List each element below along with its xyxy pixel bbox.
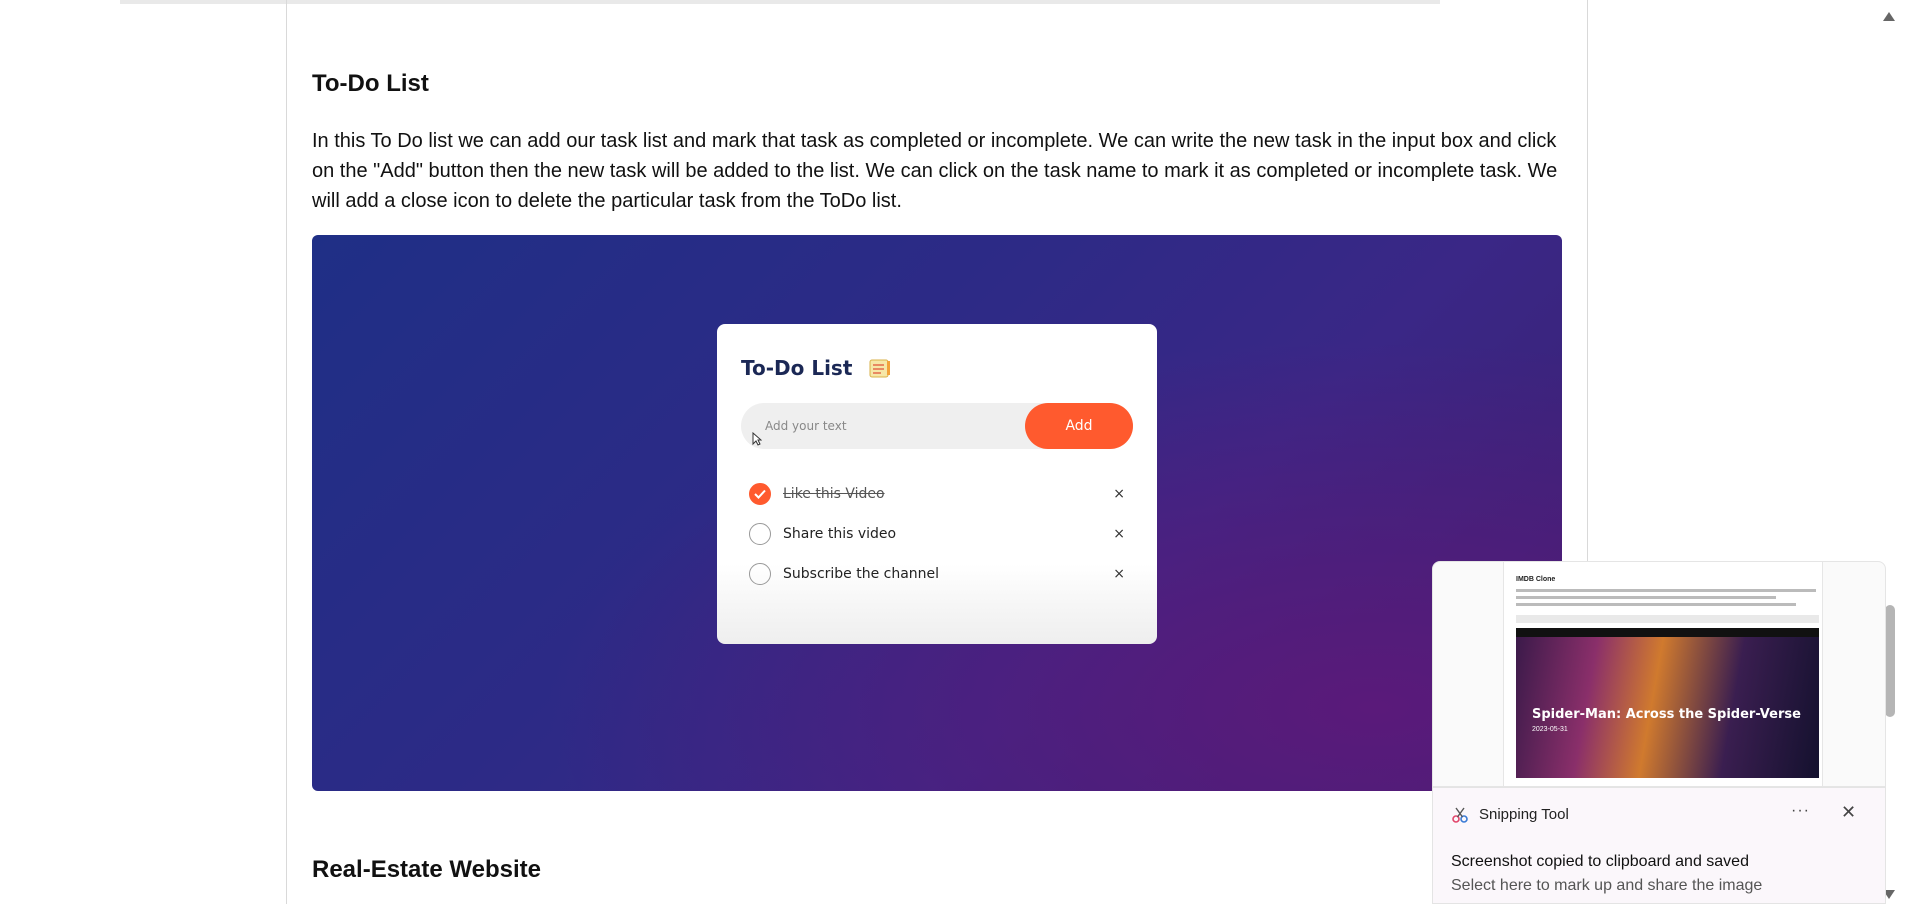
content-left-border <box>286 0 287 904</box>
task-input[interactable] <box>741 403 1035 449</box>
more-options-icon[interactable]: ··· <box>1791 802 1810 820</box>
project-preview-image: To-Do List Add Like this Video × <box>312 235 1562 791</box>
thumbnail-page-title: IMDB Clone <box>1516 576 1556 583</box>
close-icon[interactable]: × <box>1113 526 1125 542</box>
thumbnail-text-line <box>1516 596 1776 599</box>
thumbnail-poster-date: 2023-05-31 <box>1532 726 1568 733</box>
snipping-tool-icon <box>1452 807 1468 823</box>
close-icon[interactable]: × <box>1113 486 1125 502</box>
thumbnail-text-line <box>1516 589 1816 592</box>
thumbnail-browser-bar <box>1516 615 1819 623</box>
task-item[interactable]: Subscribe the channel × <box>749 554 1141 594</box>
task-label[interactable]: Like this Video <box>783 486 885 502</box>
toast-app-name: Snipping Tool <box>1479 806 1569 823</box>
notepad-icon <box>869 359 891 378</box>
scrollbar-thumb[interactable] <box>1885 605 1895 717</box>
browser-top-edge <box>120 0 1440 4</box>
close-icon[interactable]: × <box>1113 566 1125 582</box>
checked-circle-icon[interactable] <box>749 483 771 505</box>
toast-message: Screenshot copied to clipboard and saved <box>1451 853 1749 870</box>
thumbnail-page: IMDB Clone Spider-Man: Across the Spider… <box>1503 562 1823 786</box>
snipping-tool-notification[interactable]: Snipping Tool ··· ✕ Screenshot copied to… <box>1432 787 1886 904</box>
screenshot-thumbnail[interactable]: IMDB Clone Spider-Man: Across the Spider… <box>1432 561 1886 787</box>
thumbnail-text-line <box>1516 603 1796 606</box>
close-icon[interactable]: ✕ <box>1841 802 1856 823</box>
scroll-up-arrow-icon[interactable] <box>1883 12 1895 21</box>
thumbnail-poster: Spider-Man: Across the Spider-Verse 2023… <box>1516 637 1819 778</box>
thumbnail-nav-bar <box>1516 628 1819 637</box>
mouse-cursor-icon <box>752 432 762 446</box>
task-item[interactable]: Share this video × <box>749 514 1141 554</box>
task-label[interactable]: Subscribe the channel <box>783 566 939 582</box>
task-input-row: Add <box>741 403 1133 449</box>
unchecked-circle-icon[interactable] <box>749 523 771 545</box>
section-heading-todo: To-Do List <box>312 70 429 97</box>
task-label[interactable]: Share this video <box>783 526 896 542</box>
task-item[interactable]: Like this Video × <box>749 474 1141 514</box>
thumbnail-poster-title: Spider-Man: Across the Spider-Verse <box>1532 707 1801 722</box>
section-paragraph: In this To Do list we can add our task l… <box>312 130 1558 212</box>
todo-card-title: To-Do List <box>741 356 891 380</box>
unchecked-circle-icon[interactable] <box>749 563 771 585</box>
task-list: Like this Video × Share this video × Sub… <box>749 474 1141 594</box>
toast-sub-message[interactable]: Select here to mark up and share the ima… <box>1451 877 1762 895</box>
add-button[interactable]: Add <box>1025 403 1133 449</box>
section-heading-real-estate: Real-Estate Website <box>312 856 541 883</box>
todo-card: To-Do List Add Like this Video × <box>717 324 1157 644</box>
todo-card-title-text: To-Do List <box>741 356 853 380</box>
